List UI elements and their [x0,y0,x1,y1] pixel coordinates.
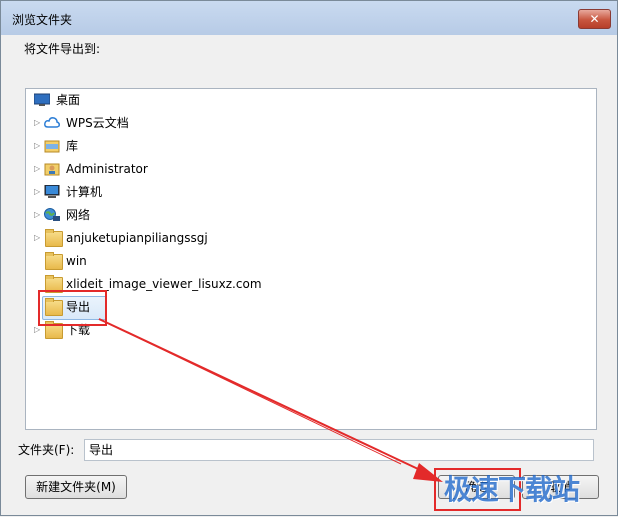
browse-folder-dialog: 浏览文件夹 ✕ 将文件导出到: 桌面 ▷ WPS云文档 ▷ 库 ▷ Admini… [0,0,618,516]
annotation-arrow [98,318,443,482]
watermark-text: 极速下载站 [444,473,580,506]
